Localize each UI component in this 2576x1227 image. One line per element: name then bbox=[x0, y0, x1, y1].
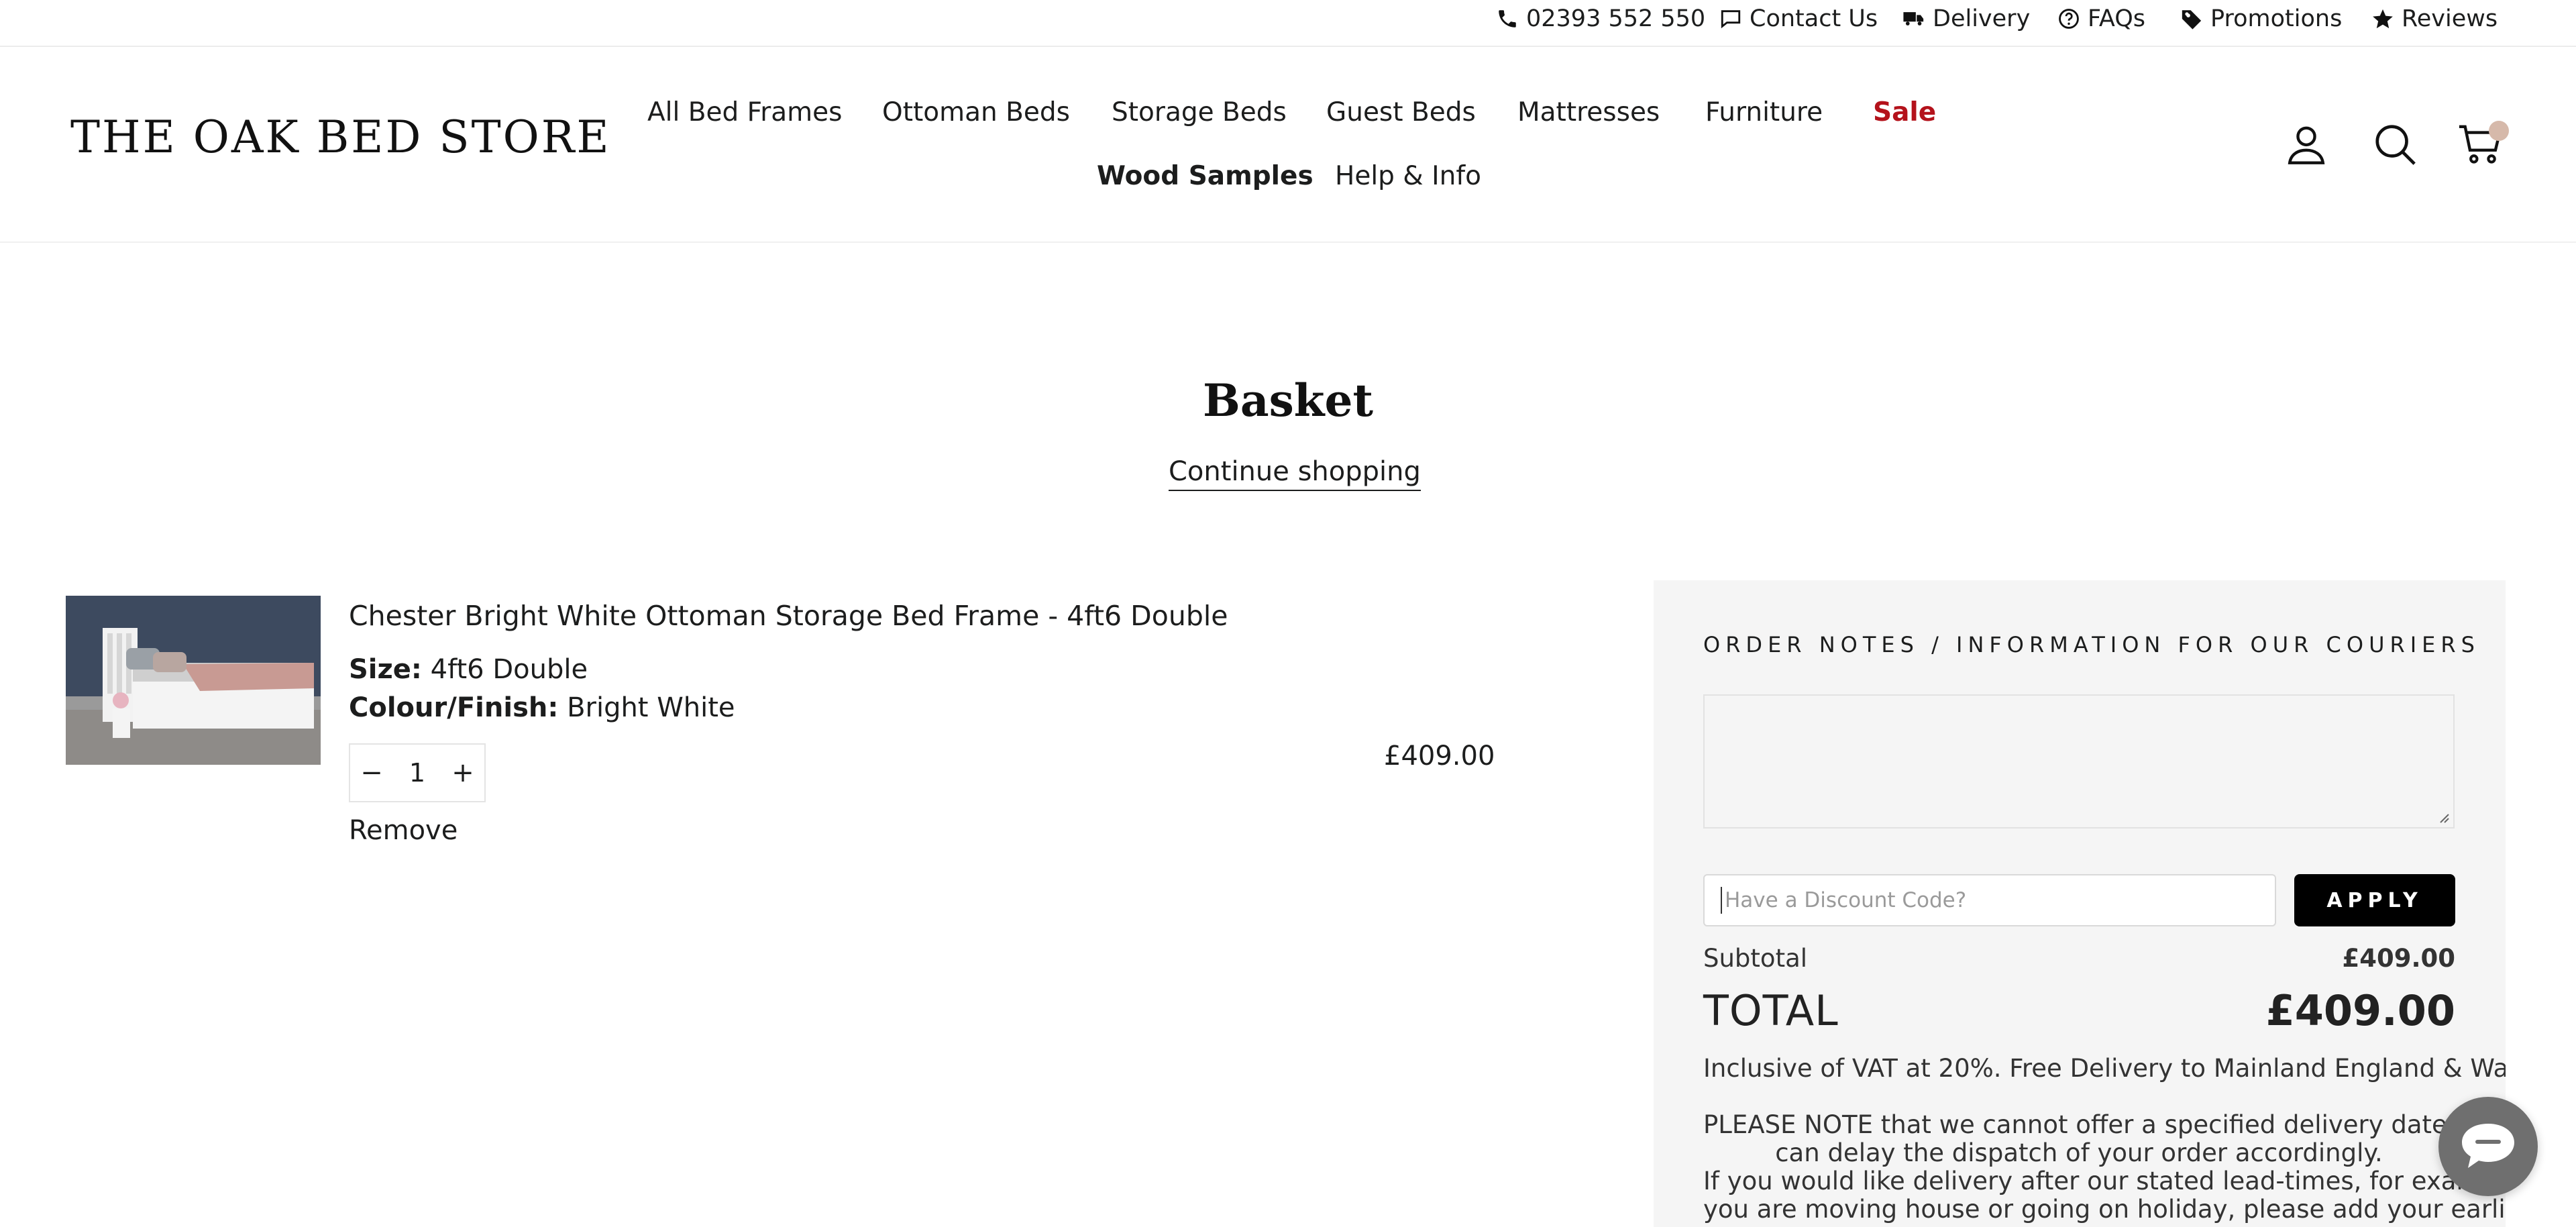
tag-icon bbox=[2182, 10, 2202, 30]
nav-guest-beds[interactable]: Guest Beds bbox=[1326, 99, 1476, 125]
contact-label: Contact Us bbox=[1750, 5, 1878, 32]
delivery-label: Delivery bbox=[1933, 5, 2031, 32]
nav-furniture[interactable]: Furniture bbox=[1705, 99, 1823, 125]
search-icon[interactable] bbox=[2371, 121, 2418, 168]
size-label: Size: bbox=[349, 654, 422, 685]
continue-shopping-link[interactable]: Continue shopping bbox=[1169, 456, 1421, 491]
product-colour: Colour/Finish: Bright White bbox=[349, 692, 735, 723]
chat-icon bbox=[2462, 1124, 2514, 1168]
size-value: 4ft6 Double bbox=[430, 654, 588, 685]
colour-value: Bright White bbox=[567, 692, 735, 723]
quantity-value[interactable]: 1 bbox=[393, 758, 441, 788]
nav-help-info[interactable]: Help & Info bbox=[1335, 163, 1481, 189]
text-cursor bbox=[1721, 887, 1722, 914]
faqs-label: FAQs bbox=[2088, 5, 2146, 32]
site-header: THE OAK BED STORE All Bed Frames Ottoman… bbox=[0, 47, 2576, 243]
order-notes-label: ORDER NOTES / INFORMATION FOR OUR COURIE… bbox=[1703, 632, 2480, 657]
discount-code-input[interactable]: Have a Discount Code? bbox=[1703, 874, 2276, 926]
reviews-link[interactable]: Reviews bbox=[2371, 5, 2498, 32]
total-label: TOTAL bbox=[1703, 986, 1839, 1035]
page-title: Basket bbox=[1203, 374, 1373, 427]
nav-mattresses[interactable]: Mattresses bbox=[1517, 99, 1660, 125]
remove-item-link[interactable]: Remove bbox=[349, 815, 458, 846]
product-image[interactable] bbox=[66, 596, 321, 765]
contact-link[interactable]: Contact Us bbox=[1719, 5, 1878, 32]
quantity-decrease-button[interactable]: − bbox=[350, 745, 393, 801]
nav-all-bed-frames[interactable]: All Bed Frames bbox=[647, 99, 842, 125]
delivery-note-line: If you would like delivery after our sta… bbox=[1703, 1167, 2506, 1195]
order-summary-panel: ORDER NOTES / INFORMATION FOR OUR COURIE… bbox=[1654, 580, 2506, 1227]
quantity-increase-button[interactable]: + bbox=[441, 745, 484, 801]
cart-count-badge bbox=[2489, 121, 2509, 141]
quantity-stepper: − 1 + bbox=[349, 743, 486, 802]
reviews-label: Reviews bbox=[2402, 5, 2498, 32]
question-circle-icon bbox=[2059, 9, 2079, 29]
apply-discount-button[interactable]: APPLY bbox=[2294, 874, 2455, 926]
account-icon[interactable] bbox=[2283, 121, 2330, 168]
faqs-link[interactable]: FAQs bbox=[2057, 5, 2145, 32]
item-price: £409.00 bbox=[1384, 741, 1495, 771]
live-chat-button[interactable] bbox=[2438, 1097, 2538, 1196]
product-size: Size: 4ft6 Double bbox=[349, 654, 588, 685]
chat-bubble-icon bbox=[1721, 10, 1741, 29]
bed-photo-icon bbox=[66, 596, 321, 765]
nav-storage-beds[interactable]: Storage Beds bbox=[1112, 99, 1287, 125]
promotions-label: Promotions bbox=[2210, 5, 2343, 32]
product-name[interactable]: Chester Bright White Ottoman Storage Bed… bbox=[349, 600, 1228, 632]
nav-wood-samples[interactable]: Wood Samples bbox=[1097, 163, 1313, 189]
delivery-note-line: you are moving house or going on holiday… bbox=[1703, 1195, 2506, 1224]
promotions-link[interactable]: Promotions bbox=[2180, 5, 2342, 32]
delivery-link[interactable]: Delivery bbox=[1902, 5, 2030, 32]
vat-notice: Inclusive of VAT at 20%. Free Delivery t… bbox=[1703, 1054, 2506, 1083]
nav-sale[interactable]: Sale bbox=[1873, 99, 1936, 125]
order-notes-textarea[interactable] bbox=[1703, 694, 2455, 829]
discount-placeholder: Have a Discount Code? bbox=[1725, 888, 1967, 912]
delivery-note-line: PLEASE NOTE that we cannot offer a speci… bbox=[1703, 1110, 2506, 1139]
resize-grip-icon[interactable] bbox=[2437, 811, 2449, 823]
subtotal-value: £409.00 bbox=[2342, 944, 2455, 973]
subtotal-label: Subtotal bbox=[1703, 944, 1808, 973]
star-icon bbox=[2373, 9, 2393, 29]
colour-label: Colour/Finish: bbox=[349, 692, 559, 723]
delivery-note-line: can delay the dispatch of your order acc… bbox=[1775, 1138, 2383, 1167]
phone-number: 02393 552 550 bbox=[1526, 5, 1706, 32]
phone-icon bbox=[1499, 10, 1516, 28]
total-value: £409.00 bbox=[2265, 986, 2455, 1035]
nav-ottoman-beds[interactable]: Ottoman Beds bbox=[882, 99, 1070, 125]
store-logo[interactable]: THE OAK BED STORE bbox=[70, 115, 611, 160]
utility-bar: 02393 552 550 Contact Us Delivery FAQs P… bbox=[0, 0, 2576, 47]
phone-link[interactable]: 02393 552 550 bbox=[1496, 5, 1705, 32]
truck-icon bbox=[1903, 12, 1924, 25]
